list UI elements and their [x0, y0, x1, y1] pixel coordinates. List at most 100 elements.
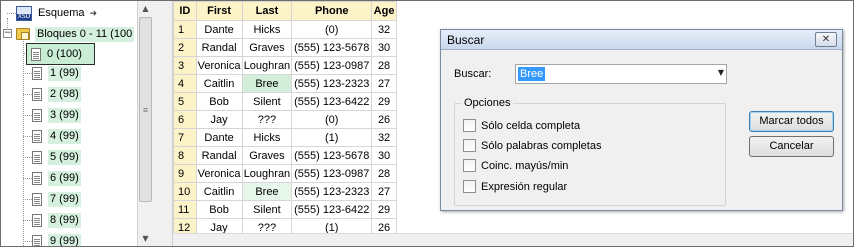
cell-phone[interactable]: (555) 123-6422 — [291, 92, 373, 111]
tree-scrollbar[interactable]: ▲ ▼ — [137, 1, 153, 246]
cell-first[interactable]: Caitlin — [195, 74, 243, 93]
search-input-value[interactable]: Bree — [518, 67, 546, 81]
tree-node-schema[interactable]: Esquema ➜ — [16, 4, 97, 22]
checkbox[interactable] — [463, 159, 476, 172]
table-row[interactable]: 8 Randal Graves (555) 123-5678 30 — [173, 146, 397, 165]
cell-phone[interactable]: (1) — [291, 128, 373, 147]
cell-age[interactable]: 32 — [371, 128, 397, 147]
cell-last[interactable]: Graves — [241, 38, 293, 57]
cell-first[interactable]: Veronica — [195, 56, 243, 75]
cell-first[interactable]: Dante — [195, 128, 243, 147]
cell-age[interactable]: 27 — [371, 182, 397, 201]
close-icon[interactable]: ✕ — [815, 32, 837, 47]
dropdown-arrow-icon[interactable]: ▼ — [718, 68, 724, 77]
cell-first[interactable]: Jay — [195, 110, 243, 129]
cell-id[interactable]: 9 — [173, 164, 197, 183]
cell-age[interactable]: 28 — [371, 164, 397, 183]
cell-id[interactable]: 6 — [173, 110, 197, 129]
checkbox[interactable] — [463, 119, 476, 132]
cell-phone[interactable]: (555) 123-2323 — [291, 182, 373, 201]
scrollbar-thumb[interactable] — [139, 17, 152, 202]
checkbox[interactable] — [463, 180, 476, 193]
tree-node-block[interactable]: 1 (99) — [32, 64, 81, 82]
checkbox[interactable] — [463, 139, 476, 152]
tree-node-block[interactable]: 4 (99) — [32, 127, 81, 145]
tree-node-block[interactable]: 7 (99) — [32, 190, 81, 208]
tree-node-selected[interactable]: 0 (100) — [26, 43, 95, 65]
cell-age[interactable]: 30 — [371, 146, 397, 165]
tree-node-block[interactable]: 3 (99) — [32, 106, 81, 124]
cell-id[interactable]: 11 — [173, 200, 197, 219]
column-header-last[interactable]: Last — [241, 1, 293, 21]
cell-last[interactable]: Bree — [241, 74, 293, 93]
cell-phone[interactable]: (555) 123-0987 — [291, 56, 373, 75]
tree-node-block[interactable]: 8 (99) — [32, 211, 81, 229]
table-row[interactable]: 3 Veronica Loughran (555) 123-0987 28 — [173, 56, 397, 75]
cell-last[interactable]: Loughran — [241, 56, 293, 75]
tree-node-block[interactable]: 6 (99) — [32, 169, 81, 187]
cell-last[interactable]: Hicks — [241, 20, 293, 39]
cell-phone[interactable]: (555) 123-2323 — [291, 74, 373, 93]
cell-first[interactable]: Bob — [195, 200, 243, 219]
cell-first[interactable]: Bob — [195, 92, 243, 111]
cell-age[interactable]: 30 — [371, 38, 397, 57]
cell-id[interactable]: 5 — [173, 92, 197, 111]
cell-first[interactable]: Caitlin — [195, 182, 243, 201]
cell-first[interactable]: Randal — [195, 146, 243, 165]
cell-first[interactable]: Dante — [195, 20, 243, 39]
cell-id[interactable]: 3 — [173, 56, 197, 75]
cell-phone[interactable]: (555) 123-5678 — [291, 146, 373, 165]
option-match-case[interactable]: Coinc. mayús/min — [463, 159, 568, 172]
cell-age[interactable]: 27 — [371, 74, 397, 93]
table-row[interactable]: 4 Caitlin Bree (555) 123-2323 27 — [173, 74, 397, 93]
cell-phone[interactable]: (0) — [291, 20, 373, 39]
tree-node-block[interactable]: 2 (98) — [32, 85, 81, 103]
search-combobox[interactable]: Bree ▼ — [515, 64, 727, 84]
table-row[interactable]: 9 Veronica Loughran (555) 123-0987 28 — [173, 164, 397, 183]
dialog-titlebar[interactable]: Buscar ✕ — [441, 30, 842, 50]
cell-first[interactable]: Veronica — [195, 164, 243, 183]
scroll-down-icon[interactable]: ▼ — [138, 231, 153, 246]
cell-age[interactable]: 29 — [371, 92, 397, 111]
mark-all-button[interactable]: Marcar todos — [749, 111, 834, 132]
cell-phone[interactable]: (0) — [291, 110, 373, 129]
cell-last[interactable]: Silent — [241, 92, 293, 111]
table-row[interactable]: 6 Jay??? (0) 26 — [173, 110, 397, 129]
cell-phone[interactable]: (555) 123-0987 — [291, 164, 373, 183]
cell-last[interactable]: ??? — [241, 110, 293, 129]
cell-age[interactable]: 29 — [371, 200, 397, 219]
cell-age[interactable]: 26 — [371, 110, 397, 129]
cancel-button[interactable]: Cancelar — [749, 136, 834, 157]
panel-splitter[interactable] — [153, 1, 173, 246]
tree-node-block[interactable]: 5 (99) — [32, 148, 81, 166]
tree-node-blocks[interactable]: Bloques 0 - 11 (100 — [16, 25, 135, 43]
column-header-age[interactable]: Age — [371, 1, 397, 21]
cell-age[interactable]: 28 — [371, 56, 397, 75]
cell-age[interactable]: 32 — [371, 20, 397, 39]
cell-id[interactable]: 10 — [173, 182, 197, 201]
column-header-first[interactable]: First — [195, 1, 243, 21]
cell-last[interactable]: Silent — [241, 200, 293, 219]
horizontal-scrollbar[interactable] — [173, 233, 853, 246]
column-header-id[interactable]: ID — [173, 1, 197, 21]
cell-last[interactable]: Bree — [241, 182, 293, 201]
cell-id[interactable]: 7 — [173, 128, 197, 147]
cell-last[interactable]: Hicks — [241, 128, 293, 147]
cell-id[interactable]: 1 — [173, 20, 197, 39]
cell-last[interactable]: Loughran — [241, 164, 293, 183]
table-row[interactable]: 2 Randal Graves (555) 123-5678 30 — [173, 38, 397, 57]
table-row[interactable]: 1 Dante Hicks (0) 32 — [173, 20, 397, 39]
table-row[interactable]: 7 Dante Hicks (1) 32 — [173, 128, 397, 147]
option-regex[interactable]: Expresión regular — [463, 180, 567, 193]
cell-first[interactable]: Randal — [195, 38, 243, 57]
cell-phone[interactable]: (555) 123-6422 — [291, 200, 373, 219]
table-row[interactable]: 10 Caitlin Bree (555) 123-2323 27 — [173, 182, 397, 201]
collapse-icon[interactable]: − — [3, 29, 12, 38]
cell-id[interactable]: 2 — [173, 38, 197, 57]
option-whole-cell[interactable]: Sólo celda completa — [463, 119, 580, 132]
cell-phone[interactable]: (555) 123-5678 — [291, 38, 373, 57]
column-header-phone[interactable]: Phone — [291, 1, 373, 21]
cell-id[interactable]: 8 — [173, 146, 197, 165]
cell-id[interactable]: 4 — [173, 74, 197, 93]
table-row[interactable]: 11 Bob Silent (555) 123-6422 29 — [173, 200, 397, 219]
